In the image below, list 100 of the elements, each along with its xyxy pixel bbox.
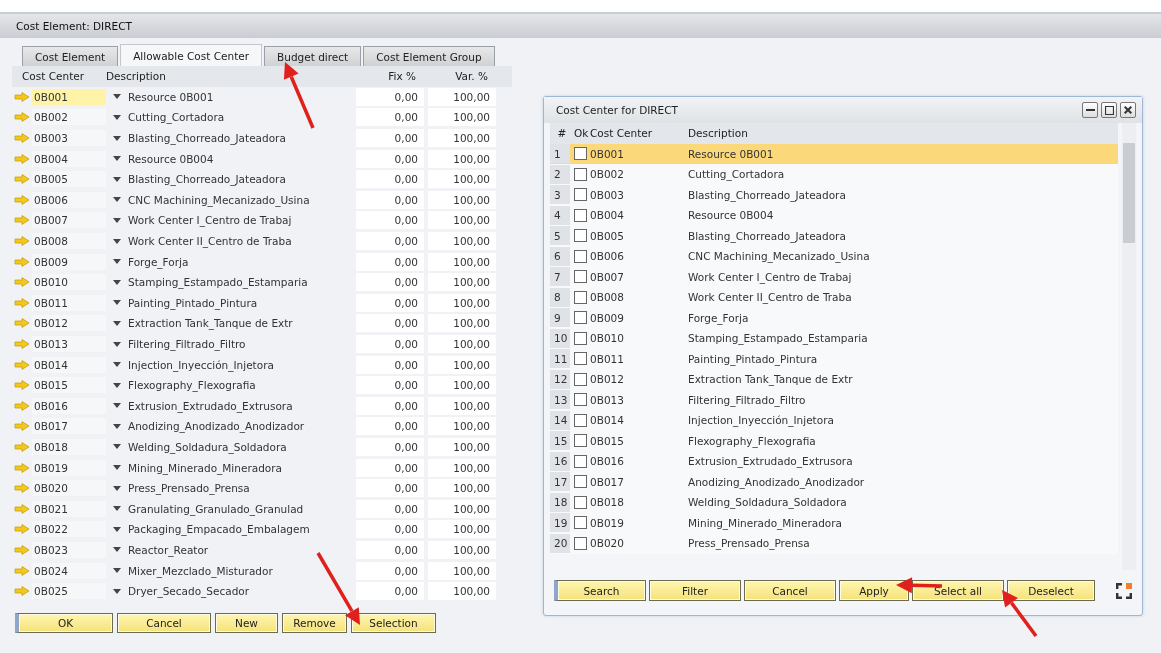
tab[interactable]: Cost Element Group — [363, 46, 495, 66]
tab[interactable]: Budget direct — [264, 46, 362, 66]
var-percent-field[interactable]: 100,00 — [428, 87, 496, 106]
dropdown-caret-icon[interactable] — [113, 176, 121, 182]
checkbox[interactable] — [574, 475, 587, 489]
dropdown-caret-icon[interactable] — [113, 547, 121, 553]
fix-percent-field[interactable]: 0,00 — [356, 293, 424, 312]
dialog-button[interactable]: Cancel — [117, 613, 211, 634]
dialog-button[interactable]: OK — [15, 613, 113, 634]
fix-percent-field[interactable]: 0,00 — [356, 149, 424, 168]
dropdown-caret-icon[interactable] — [113, 382, 121, 388]
var-percent-field[interactable]: 100,00 — [428, 355, 496, 374]
cost-center-field[interactable]: 0B005 — [32, 171, 106, 188]
checkbox[interactable] — [574, 147, 587, 161]
checkbox[interactable] — [574, 331, 587, 345]
cost-center-field[interactable]: 0B008 — [32, 233, 106, 250]
fix-percent-field[interactable]: 0,00 — [356, 252, 424, 271]
cost-center-field[interactable]: 0B002 — [32, 109, 106, 126]
table-row[interactable]: 8 0B008 Work Center II_Centro de Traba — [550, 287, 1118, 308]
fix-percent-field[interactable]: 0,00 — [356, 561, 424, 580]
dialog-button[interactable]: Select all — [912, 580, 1004, 601]
var-percent-field[interactable]: 100,00 — [428, 170, 496, 189]
var-percent-field[interactable]: 100,00 — [428, 252, 496, 271]
fix-percent-field[interactable]: 0,00 — [356, 499, 424, 518]
var-percent-field[interactable]: 100,00 — [428, 129, 496, 148]
var-percent-field[interactable]: 100,00 — [428, 417, 496, 436]
cost-center-field[interactable]: 0B019 — [32, 459, 106, 476]
checkbox[interactable] — [574, 372, 587, 386]
var-percent-field[interactable]: 100,00 — [428, 273, 496, 292]
dropdown-caret-icon[interactable] — [113, 403, 121, 409]
dropdown-caret-icon[interactable] — [113, 156, 121, 162]
dialog-button[interactable]: Selection — [351, 613, 436, 634]
tab[interactable]: Cost Element — [22, 46, 119, 66]
fix-percent-field[interactable]: 0,00 — [356, 520, 424, 539]
dropdown-caret-icon[interactable] — [113, 300, 121, 306]
fix-percent-field[interactable]: 0,00 — [356, 108, 424, 127]
cost-center-field[interactable]: 0B018 — [32, 439, 106, 455]
dialog-button[interactable]: Apply — [839, 580, 909, 601]
table-row[interactable]: 3 0B003 Blasting_Chorreado_Jateadora — [550, 184, 1118, 205]
dialog-button[interactable]: Deselect — [1007, 580, 1095, 601]
cost-center-field[interactable]: 0B009 — [32, 253, 106, 270]
checkbox[interactable] — [574, 516, 587, 530]
table-row[interactable]: 20 0B020 Press_Prensado_Prensa — [550, 533, 1118, 554]
dropdown-caret-icon[interactable] — [113, 94, 121, 100]
fix-percent-field[interactable]: 0,00 — [356, 458, 424, 477]
table-row[interactable]: 16 0B016 Extrusion_Extrudado_Extrusora — [550, 451, 1118, 472]
table-row[interactable]: 14 0B014 Injection_Inyección_Injetora — [550, 410, 1118, 431]
checkbox[interactable] — [574, 167, 587, 181]
cost-center-field[interactable]: 0B014 — [32, 356, 106, 373]
tab[interactable]: Allowable Cost Center — [120, 44, 263, 67]
table-row[interactable]: 6 0B006 CNC Machining_Mecanizado_Usina — [550, 246, 1118, 267]
var-percent-field[interactable]: 100,00 — [428, 561, 496, 580]
checkbox[interactable] — [574, 536, 587, 550]
checkbox[interactable] — [574, 270, 587, 284]
dropdown-caret-icon[interactable] — [113, 279, 121, 285]
fix-percent-field[interactable]: 0,00 — [356, 314, 424, 333]
dialog-button[interactable]: Filter — [649, 580, 741, 601]
fix-percent-field[interactable]: 0,00 — [356, 355, 424, 374]
minimize-button[interactable] — [1082, 102, 1098, 118]
fix-percent-field[interactable]: 0,00 — [356, 582, 424, 601]
var-percent-field[interactable]: 100,00 — [428, 190, 496, 209]
dropdown-caret-icon[interactable] — [113, 115, 121, 120]
cost-center-field[interactable]: 0B004 — [32, 150, 106, 167]
close-button[interactable] — [1120, 102, 1136, 118]
cost-center-field[interactable]: 0B015 — [32, 377, 106, 394]
checkbox[interactable] — [574, 290, 587, 304]
fix-percent-field[interactable]: 0,00 — [356, 232, 424, 251]
table-row[interactable]: 7 0B007 Work Center I_Centro de Trabaj — [550, 266, 1118, 287]
checkbox[interactable] — [574, 229, 587, 243]
fix-percent-field[interactable]: 0,00 — [356, 273, 424, 292]
checkbox[interactable] — [574, 393, 587, 407]
var-percent-field[interactable]: 100,00 — [428, 108, 496, 127]
dropdown-caret-icon[interactable] — [113, 588, 121, 594]
cost-center-field[interactable]: 0B017 — [32, 418, 106, 435]
dropdown-caret-icon[interactable] — [113, 526, 121, 532]
fix-percent-field[interactable]: 0,00 — [356, 190, 424, 209]
dropdown-caret-icon[interactable] — [113, 423, 121, 429]
dialog-button[interactable]: Search — [554, 580, 646, 601]
fix-percent-field[interactable]: 0,00 — [356, 438, 424, 456]
table-row[interactable]: 4 0B004 Resource 0B004 — [550, 205, 1118, 226]
scrollbar[interactable] — [1122, 123, 1136, 570]
dropdown-caret-icon[interactable] — [113, 362, 121, 368]
table-row[interactable]: 10 0B010 Stamping_Estampado_Estamparia — [550, 328, 1118, 349]
var-percent-field[interactable]: 100,00 — [428, 149, 496, 168]
var-percent-field[interactable]: 100,00 — [428, 314, 496, 333]
table-row[interactable]: 2 0B002 Cutting_Cortadora — [550, 164, 1118, 185]
cost-center-field[interactable]: 0B013 — [32, 336, 106, 352]
fix-percent-field[interactable]: 0,00 — [356, 417, 424, 436]
table-row[interactable]: 9 0B009 Forge_Forja — [550, 307, 1118, 328]
fix-percent-field[interactable]: 0,00 — [356, 540, 424, 559]
var-percent-field[interactable]: 100,00 — [428, 582, 496, 601]
cost-center-field[interactable]: 0B003 — [32, 130, 106, 147]
cost-center-field[interactable]: 0B010 — [32, 274, 106, 291]
cost-center-field[interactable]: 0B021 — [32, 500, 106, 517]
dropdown-caret-icon[interactable] — [113, 341, 121, 347]
fix-percent-field[interactable]: 0,00 — [356, 211, 424, 230]
var-percent-field[interactable]: 100,00 — [428, 335, 496, 353]
var-percent-field[interactable]: 100,00 — [428, 438, 496, 456]
dropdown-caret-icon[interactable] — [113, 238, 121, 244]
dropdown-caret-icon[interactable] — [113, 568, 121, 574]
